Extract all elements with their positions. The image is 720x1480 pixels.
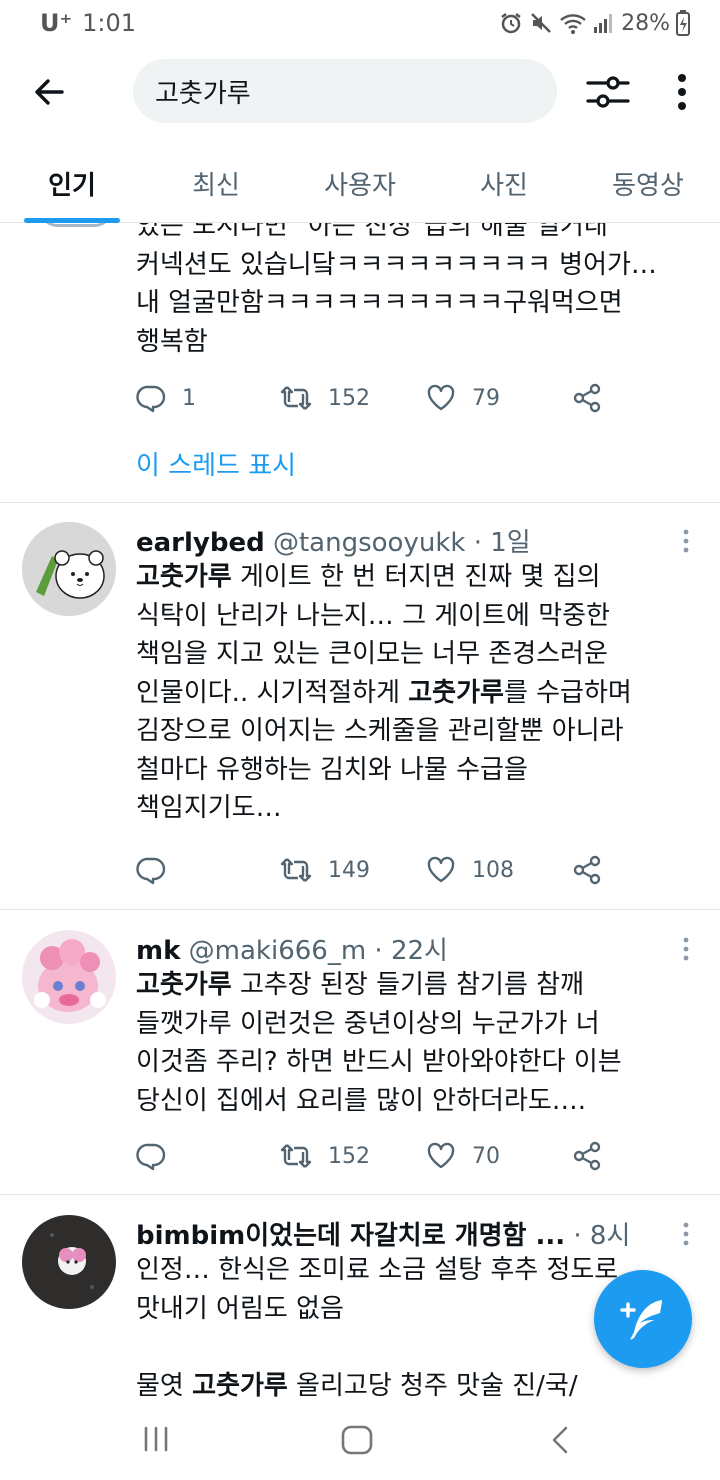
retweet-button[interactable]: 152: [280, 383, 370, 413]
reply-button[interactable]: [136, 1141, 166, 1171]
tweet-actions: 149 108: [136, 855, 696, 895]
more-vertical-icon[interactable]: [664, 68, 700, 116]
back-icon[interactable]: [548, 1424, 572, 1456]
avatar: [38, 223, 114, 227]
author-name[interactable]: mk: [136, 936, 180, 966]
tab-top[interactable]: 인기: [0, 145, 144, 223]
avatar-dark-photo-image: [22, 1215, 116, 1309]
share-icon: [573, 383, 601, 413]
filter-sliders-icon[interactable]: [584, 68, 632, 116]
search-header: 고춧가루: [0, 52, 720, 132]
author-name[interactable]: bimbim이었는데 자갈치로 개명함 ...: [136, 1221, 565, 1251]
retweet-count: 149: [328, 857, 370, 883]
retweet-count: 152: [328, 385, 370, 411]
avatar-pink-character-image: [22, 930, 116, 1024]
avatar: [22, 522, 116, 616]
more-vertical-icon[interactable]: [674, 1219, 698, 1249]
clock: 1:01: [82, 9, 137, 37]
retweet-icon: [280, 386, 312, 410]
tweet-text: 있는 도시라면 "아는 친정"급의 해물 얼거래 커넥션도 있습니닼ㅋㅋㅋㅋㅋㅋ…: [136, 223, 657, 357]
compose-tweet-button[interactable]: [594, 1270, 692, 1368]
tab-people[interactable]: 사용자: [288, 145, 432, 222]
highlight-keyword: 고춧가루: [192, 1370, 288, 1401]
tweet-text: 고춧가루 고추장 된장 들기름 참기름 참깨 들깻가루 이런것은 중년이상의 누…: [136, 970, 622, 1116]
reply-icon: [136, 857, 166, 885]
retweet-icon: [280, 1144, 312, 1168]
share-button[interactable]: [572, 855, 602, 885]
highlight-keyword: 고춧가루: [136, 562, 232, 592]
system-nav-bar: [0, 1410, 720, 1480]
reply-icon: [136, 1143, 166, 1171]
share-button[interactable]: [572, 1141, 602, 1171]
heart-icon: [427, 384, 455, 411]
tab-videos[interactable]: 동영상: [576, 145, 720, 222]
battery-charging-icon: [676, 10, 690, 36]
share-button[interactable]: [572, 383, 602, 413]
author-handle[interactable]: @maki666_m: [189, 936, 367, 966]
alarm-icon: [501, 13, 521, 34]
tweet-text: 고춧가루 게이트 한 번 터지면 진짜 몇 집의 식탁이 난리가 나는지… 그 …: [136, 562, 632, 823]
search-tabs: 인기 최신 사용자 사진 동영상: [0, 145, 720, 223]
reply-count: 1: [182, 385, 196, 411]
more-vertical-icon[interactable]: [674, 526, 698, 556]
like-count: 108: [472, 857, 514, 883]
author-name[interactable]: earlybed: [136, 528, 265, 558]
tweet-actions: 1 152 79: [136, 383, 696, 423]
like-button[interactable]: 70: [426, 1141, 500, 1171]
tweet-actions: 152 70: [136, 1141, 696, 1181]
tweet-header: earlybed @tangsooyukk · 1일: [136, 522, 676, 559]
tweet-time: · 8시: [573, 1221, 631, 1251]
mute-icon: [531, 13, 551, 33]
tweet-feed[interactable]: 있는 도시라면 "아는 친정"급의 해물 얼거래 커넥션도 있습니닼ㅋㅋㅋㅋㅋㅋ…: [0, 223, 720, 1410]
reply-button[interactable]: 1: [136, 383, 196, 413]
search-input[interactable]: 고춧가루: [133, 59, 557, 123]
divider: [0, 909, 720, 910]
share-icon: [573, 855, 601, 885]
search-query: 고춧가루: [155, 78, 251, 109]
highlight-keyword: 고춧가루: [408, 677, 504, 708]
compose-feather-icon: [620, 1300, 662, 1340]
reply-button[interactable]: [136, 855, 166, 885]
tweet-header: bimbim이었는데 자갈치로 개명함 ... · 8시: [136, 1215, 666, 1252]
like-count: 79: [472, 385, 500, 411]
tweet-header: mk @maki666_m · 22시: [136, 930, 676, 967]
retweet-button[interactable]: 152: [280, 1141, 370, 1171]
divider: [0, 1194, 720, 1195]
recent-apps-icon[interactable]: [140, 1424, 172, 1454]
reply-icon: [136, 385, 166, 413]
retweet-button[interactable]: 149: [280, 855, 370, 885]
battery-percent: 28%: [621, 10, 670, 36]
heart-icon: [427, 1142, 455, 1169]
wifi-icon: [560, 14, 586, 34]
status-bar: U⁺ 1:01 28%: [0, 0, 720, 46]
highlight-keyword: 고춧가루: [136, 970, 232, 1000]
like-button[interactable]: 79: [426, 383, 500, 413]
retweet-count: 152: [328, 1143, 370, 1169]
more-vertical-icon[interactable]: [674, 934, 698, 964]
show-thread-link[interactable]: 이 스레드 표시: [136, 445, 296, 482]
signal-icon: [594, 14, 613, 33]
like-count: 70: [472, 1143, 500, 1169]
carrier-label: U⁺: [40, 9, 73, 37]
divider: [0, 502, 720, 503]
heart-icon: [427, 856, 455, 883]
avatar-bear-image: [22, 522, 116, 616]
tweet-time: · 22시: [374, 936, 448, 966]
share-icon: [573, 1141, 601, 1171]
home-icon[interactable]: [340, 1424, 374, 1456]
avatar: [22, 1215, 116, 1309]
tab-latest[interactable]: 최신: [144, 145, 288, 222]
avatar: [22, 930, 116, 1024]
author-handle[interactable]: @tangsooyukk: [273, 528, 465, 558]
tab-photos[interactable]: 사진: [432, 145, 576, 222]
retweet-icon: [280, 858, 312, 882]
arrow-left-icon[interactable]: [28, 70, 72, 114]
tweet-time: · 1일: [473, 528, 531, 558]
like-button[interactable]: 108: [426, 855, 514, 885]
